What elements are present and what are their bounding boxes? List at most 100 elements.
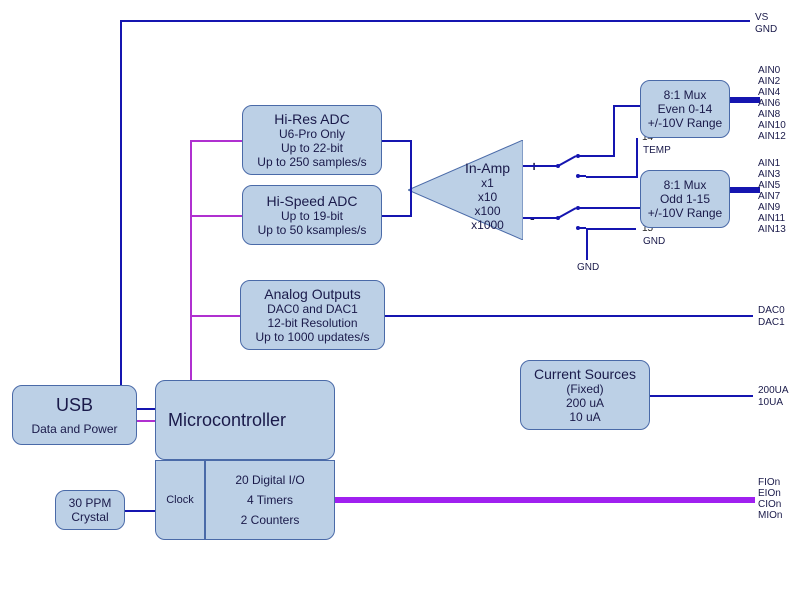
crystal-box: 30 PPM Crystal (55, 490, 125, 530)
digital-l3: 2 Counters (241, 513, 300, 527)
hispeed-adc-box: Hi-Speed ADC Up to 19-bit Up to 50 ksamp… (242, 185, 382, 245)
current-wire (650, 395, 753, 397)
hispeed-l2: Up to 50 ksamples/s (258, 223, 367, 237)
digital-l1: 20 Digital I/O (235, 473, 304, 487)
hires-l1: U6-Pro Only (279, 127, 345, 141)
ain-even-labels: AIN0 AIN2 AIN4 AIN6 AIN8 AIN10 AIN12 (758, 65, 786, 142)
inamp-title: In-Amp (450, 160, 525, 176)
inamp-minus-wire (523, 217, 548, 219)
inamp-gnd-label: GND (577, 262, 599, 273)
mux2-l1: Odd 1-15 (660, 192, 710, 206)
mcu-to-hires (190, 140, 242, 142)
sw1-to-v (593, 155, 613, 157)
mux1-l2: +/-10V Range (648, 116, 722, 130)
fion: FIOn (758, 477, 782, 488)
dio-bus (335, 497, 755, 503)
current-title: Current Sources (534, 366, 636, 382)
usb-title: USB (56, 395, 93, 416)
ain0: AIN0 (758, 65, 786, 76)
usb-wire-2 (137, 420, 155, 422)
ain6: AIN6 (758, 98, 786, 109)
dio-labels: FIOn EIOn CIOn MIOn (758, 477, 782, 521)
dac0-label: DAC0 (758, 305, 785, 316)
ain11: AIN11 (758, 213, 786, 224)
inamp-text: In-Amp x1 x10 x100 x1000 (450, 160, 525, 232)
analog-out-l2: 12-bit Resolution (267, 316, 357, 330)
gnd15-wire (586, 228, 636, 230)
ain2: AIN2 (758, 76, 786, 87)
current-l2: 200 uA (566, 396, 604, 410)
eion: EIOn (758, 488, 782, 499)
digital-l2: 4 Timers (247, 493, 293, 507)
analog-out-l1: DAC0 and DAC1 (267, 302, 358, 316)
usb-box: USB Data and Power (12, 385, 137, 445)
vs-rail-horizontal (120, 20, 750, 22)
analog-out-l3: Up to 1000 updates/s (255, 330, 369, 344)
sw1-h-mux (613, 105, 640, 107)
mux1-bus (730, 97, 760, 103)
temp-label: TEMP (643, 145, 671, 156)
ain7: AIN7 (758, 191, 786, 202)
ua10-label: 10UA (758, 397, 783, 408)
ain3: AIN3 (758, 169, 786, 180)
mux2-l2: +/-10V Range (648, 206, 722, 220)
ain13: AIN13 (758, 224, 786, 235)
hispeed-l1: Up to 19-bit (281, 209, 343, 223)
analog-out-box: Analog Outputs DAC0 and DAC1 12-bit Reso… (240, 280, 385, 350)
minus-gnd-v (586, 228, 588, 260)
ain-odd-labels: AIN1 AIN3 AIN5 AIN7 AIN9 AIN11 AIN13 (758, 158, 786, 235)
adc-join-v (410, 140, 412, 217)
ain8: AIN8 (758, 109, 786, 120)
inamp-l3: x100 (450, 204, 525, 218)
ain4: AIN4 (758, 87, 786, 98)
inamp-l4: x1000 (450, 218, 525, 232)
hires-l2: Up to 22-bit (281, 141, 343, 155)
mcu-title: Microcontroller (168, 410, 286, 431)
hires-adc-box: Hi-Res ADC U6-Pro Only Up to 22-bit Up t… (242, 105, 382, 175)
vs-rail-vertical (120, 20, 122, 408)
digital-box: 20 Digital I/O 4 Timers 2 Counters (205, 460, 335, 540)
ain9: AIN9 (758, 202, 786, 213)
mux1-title: 8:1 Mux (664, 88, 707, 102)
cion: CIOn (758, 499, 782, 510)
clock-box: Clock (155, 460, 205, 540)
inamp-l2: x10 (450, 190, 525, 204)
mux2-box: 8:1 Mux Odd 1-15 +/-10V Range (640, 170, 730, 228)
current-l1: (Fixed) (566, 382, 603, 396)
crystal-l2: Crystal (71, 510, 108, 524)
mion: MIOn (758, 510, 782, 521)
temp-wire-h (586, 176, 638, 178)
sw1-v-up (613, 105, 615, 157)
hires-out (382, 140, 412, 142)
mux1-l1: Even 0-14 (658, 102, 713, 116)
usb-l1: Data and Power (31, 422, 117, 436)
current-sources-box: Current Sources (Fixed) 200 uA 10 uA (520, 360, 650, 430)
clock-label: Clock (166, 494, 194, 506)
mcu-to-analogout (190, 315, 240, 317)
mcu-box: Microcontroller (155, 380, 335, 460)
usb-wire-1 (137, 408, 155, 410)
sw2-to-mux (593, 207, 640, 209)
mcu-to-hispeed (190, 215, 242, 217)
mux2-bus (730, 187, 760, 193)
dac-wire (385, 315, 753, 317)
ain5: AIN5 (758, 180, 786, 191)
hires-title: Hi-Res ADC (274, 111, 349, 127)
hires-l3: Up to 250 samples/s (257, 155, 366, 169)
hispeed-title: Hi-Speed ADC (266, 193, 357, 209)
dac1-label: DAC1 (758, 317, 785, 328)
hispeed-out (382, 215, 412, 217)
gnd15-label: GND (643, 236, 665, 247)
switch-plus (548, 148, 593, 184)
mcu-bus-v (190, 140, 192, 380)
pin-gnd-top: GND (755, 24, 777, 35)
pin-vs: VS (755, 12, 768, 23)
inamp-l1: x1 (450, 176, 525, 190)
crystal-l1: 30 PPM (69, 496, 112, 510)
inamp-plus-wire (523, 165, 548, 167)
ain1: AIN1 (758, 158, 786, 169)
current-l3: 10 uA (569, 410, 600, 424)
crystal-wire (125, 510, 155, 512)
analog-out-title: Analog Outputs (264, 286, 361, 302)
temp-wire-v (636, 138, 638, 178)
